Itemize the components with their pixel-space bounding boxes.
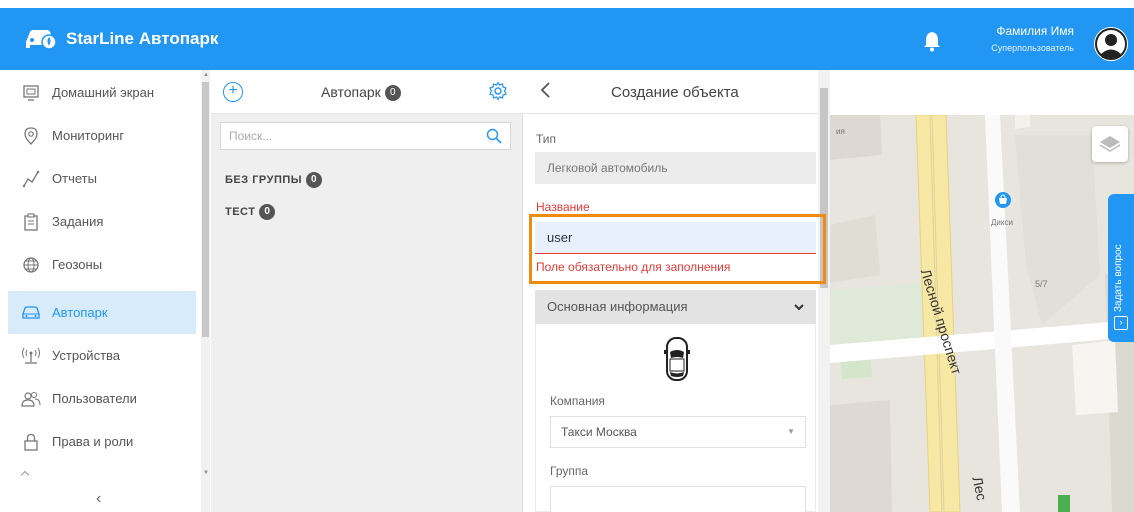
group-select[interactable]: [550, 486, 806, 512]
sidebar-item-label: Геозоны: [52, 257, 103, 272]
company-select[interactable]: Такси Москва ▼: [550, 416, 806, 448]
sidebar-item-tasks[interactable]: Задания: [8, 200, 196, 243]
clipboard-icon: [20, 211, 42, 233]
group-label: ТЕСТ: [225, 206, 256, 218]
sidebar-item-label: Пользователи: [52, 391, 137, 406]
group-row-test[interactable]: ТЕСТ 0: [211, 194, 523, 230]
search-input[interactable]: [221, 123, 471, 149]
create-object-header: Создание объекта: [523, 70, 818, 114]
search-icon[interactable]: [486, 128, 502, 144]
avatar[interactable]: [1094, 27, 1128, 61]
fleet-header: + Автопарк 0: [211, 70, 523, 114]
shop-poi-icon[interactable]: [994, 191, 1012, 209]
create-panel-scrollbar[interactable]: [818, 70, 830, 512]
sidebar: Домашний экран Мониторинг Отчеты Задания…: [8, 70, 210, 512]
back-button[interactable]: [539, 80, 551, 106]
gear-icon[interactable]: [488, 81, 508, 101]
sidebar-item-home[interactable]: Домашний экран: [8, 71, 196, 114]
map-layers-button[interactable]: [1092, 126, 1128, 162]
group-count-badge: 0: [259, 204, 276, 220]
search-box: [220, 122, 511, 150]
building-number: 5/7: [1035, 279, 1048, 289]
sidebar-item-fleet[interactable]: Автопарк: [8, 291, 196, 334]
poi-label: Дикси: [991, 218, 1013, 227]
sidebar-item-label: Автопарк: [52, 305, 108, 320]
map-top-strip: [830, 70, 1134, 115]
ask-question-label[interactable]: Задать вопрос: [1113, 212, 1129, 312]
location-pin-icon: [20, 125, 42, 147]
company-label: Компания: [550, 394, 605, 408]
scroll-up-icon[interactable]: ▲: [203, 72, 209, 78]
sidebar-item-geozones[interactable]: Геозоны: [8, 243, 196, 286]
section-title: Основная информация: [547, 299, 688, 314]
company-select-value: Такси Москва: [561, 425, 637, 439]
sidebar-scroll-thumb[interactable]: [202, 82, 209, 337]
partial-menu-icon: [20, 470, 30, 480]
group-label: Группа: [550, 464, 589, 478]
sidebar-item-devices[interactable]: Устройства: [8, 334, 196, 377]
sidebar-item-label: Устройства: [52, 348, 121, 363]
chart-line-icon: [20, 168, 42, 190]
group-label: БЕЗ ГРУППЫ: [225, 174, 303, 186]
chevron-down-icon[interactable]: [794, 290, 804, 324]
basic-info-section-body: Компания Такси Москва ▼ Группа: [535, 324, 816, 512]
create-object-title: Создание объекта: [611, 84, 739, 101]
group-count-badge: 0: [306, 172, 323, 188]
top-bar: StarLine Автопарк Фамилия Имя Суперпольз…: [0, 8, 1134, 70]
sidebar-item-label: Домашний экран: [52, 85, 155, 100]
create-object-panel: Создание объекта Тип Легковой автомобиль…: [523, 70, 830, 512]
chevron-left-icon: [540, 82, 550, 98]
layers-icon: [1099, 136, 1121, 152]
fleet-panel: + Автопарк0 БЕЗ ГРУППЫ0 ТЕСТ0: [211, 70, 523, 512]
users-icon: [20, 388, 42, 410]
add-object-button[interactable]: +: [223, 82, 243, 102]
sidebar-item-label: Задания: [52, 214, 104, 229]
user-name[interactable]: Фамилия Имя: [996, 24, 1074, 38]
app-title[interactable]: StarLine Автопарк: [66, 29, 218, 49]
highlight-frame: [529, 214, 826, 284]
sidebar-item-monitoring[interactable]: Мониторинг: [8, 114, 196, 157]
sidebar-item-roles[interactable]: Права и роли: [8, 420, 196, 463]
name-label: Название: [536, 200, 590, 214]
map-tiles: [830, 115, 1134, 512]
sidebar-item-users[interactable]: Пользователи: [8, 377, 196, 420]
ask-question-icon[interactable]: ›: [1114, 316, 1128, 330]
car-icon: [20, 302, 42, 324]
home-screen-icon: [20, 82, 42, 104]
sidebar-item-label: Права и роли: [52, 434, 134, 449]
basic-info-section-header[interactable]: Основная информация: [535, 290, 816, 324]
starline-logo-icon[interactable]: [22, 24, 60, 52]
sidebar-item-label: Мониторинг: [52, 128, 125, 143]
bell-icon[interactable]: [922, 30, 942, 52]
sidebar-item-reports[interactable]: Отчеты: [8, 157, 196, 200]
sidebar-scrollbar[interactable]: ▲ ▼: [201, 70, 210, 512]
fleet-title-label: Автопарк: [321, 84, 381, 100]
type-label: Тип: [536, 132, 557, 146]
group-row-no-group[interactable]: БЕЗ ГРУППЫ 0: [211, 162, 523, 198]
user-role: Суперпользователь: [991, 43, 1074, 53]
fleet-count-badge: 0: [384, 85, 401, 102]
globe-icon: [20, 254, 42, 276]
fleet-title: Автопарк 0: [321, 84, 401, 102]
car-top-view-icon[interactable]: [664, 336, 690, 382]
sidebar-item-label: Отчеты: [52, 171, 97, 186]
scroll-down-icon[interactable]: ▼: [203, 470, 209, 476]
antenna-icon: [20, 345, 42, 367]
caret-down-icon: ▼: [787, 427, 795, 436]
map-view[interactable]: Лесной проспект Лес ия Дикси 5/7: [830, 115, 1134, 512]
map-partial-label: ия: [836, 127, 845, 136]
type-field: Легковой автомобиль: [535, 152, 816, 184]
lock-icon: [20, 431, 42, 453]
collapse-sidebar-button[interactable]: ‹: [96, 490, 101, 508]
